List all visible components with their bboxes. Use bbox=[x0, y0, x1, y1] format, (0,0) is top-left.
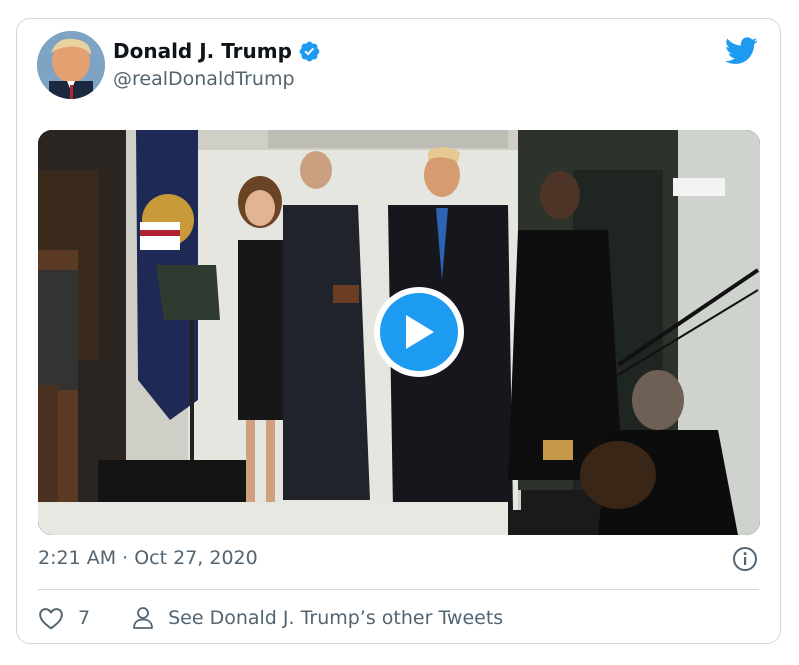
tweet-timestamp[interactable]: 2:21 AM · Oct 27, 2020 bbox=[38, 547, 258, 569]
avatar[interactable] bbox=[37, 31, 105, 99]
see-other-tweets-link[interactable]: See Donald J. Trump’s other Tweets bbox=[132, 606, 503, 630]
author-name-row[interactable]: Donald J. Trump bbox=[113, 39, 321, 63]
see-other-tweets-label[interactable]: See Donald J. Trump’s other Tweets bbox=[168, 607, 503, 629]
video-media[interactable] bbox=[38, 130, 760, 535]
like-count: 7 bbox=[78, 607, 91, 629]
author-handle[interactable]: @realDonaldTrump bbox=[113, 68, 295, 90]
divider bbox=[38, 589, 759, 590]
author-name[interactable]: Donald J. Trump bbox=[113, 39, 292, 63]
twitter-bird-icon[interactable] bbox=[725, 37, 758, 65]
tweet-card[interactable]: Donald J. Trump @realDonaldTrump 2:21 AM… bbox=[16, 18, 781, 644]
play-icon bbox=[406, 315, 434, 349]
heart-icon bbox=[39, 608, 63, 630]
play-button-circle bbox=[380, 293, 458, 371]
verified-badge-icon bbox=[299, 41, 320, 61]
tweet-actions: 7 See Donald J. Trump’s other Tweets bbox=[38, 603, 503, 633]
info-icon[interactable] bbox=[732, 546, 758, 572]
person-icon bbox=[133, 607, 153, 629]
play-button[interactable] bbox=[374, 287, 464, 377]
like-button[interactable]: 7 bbox=[38, 606, 132, 630]
